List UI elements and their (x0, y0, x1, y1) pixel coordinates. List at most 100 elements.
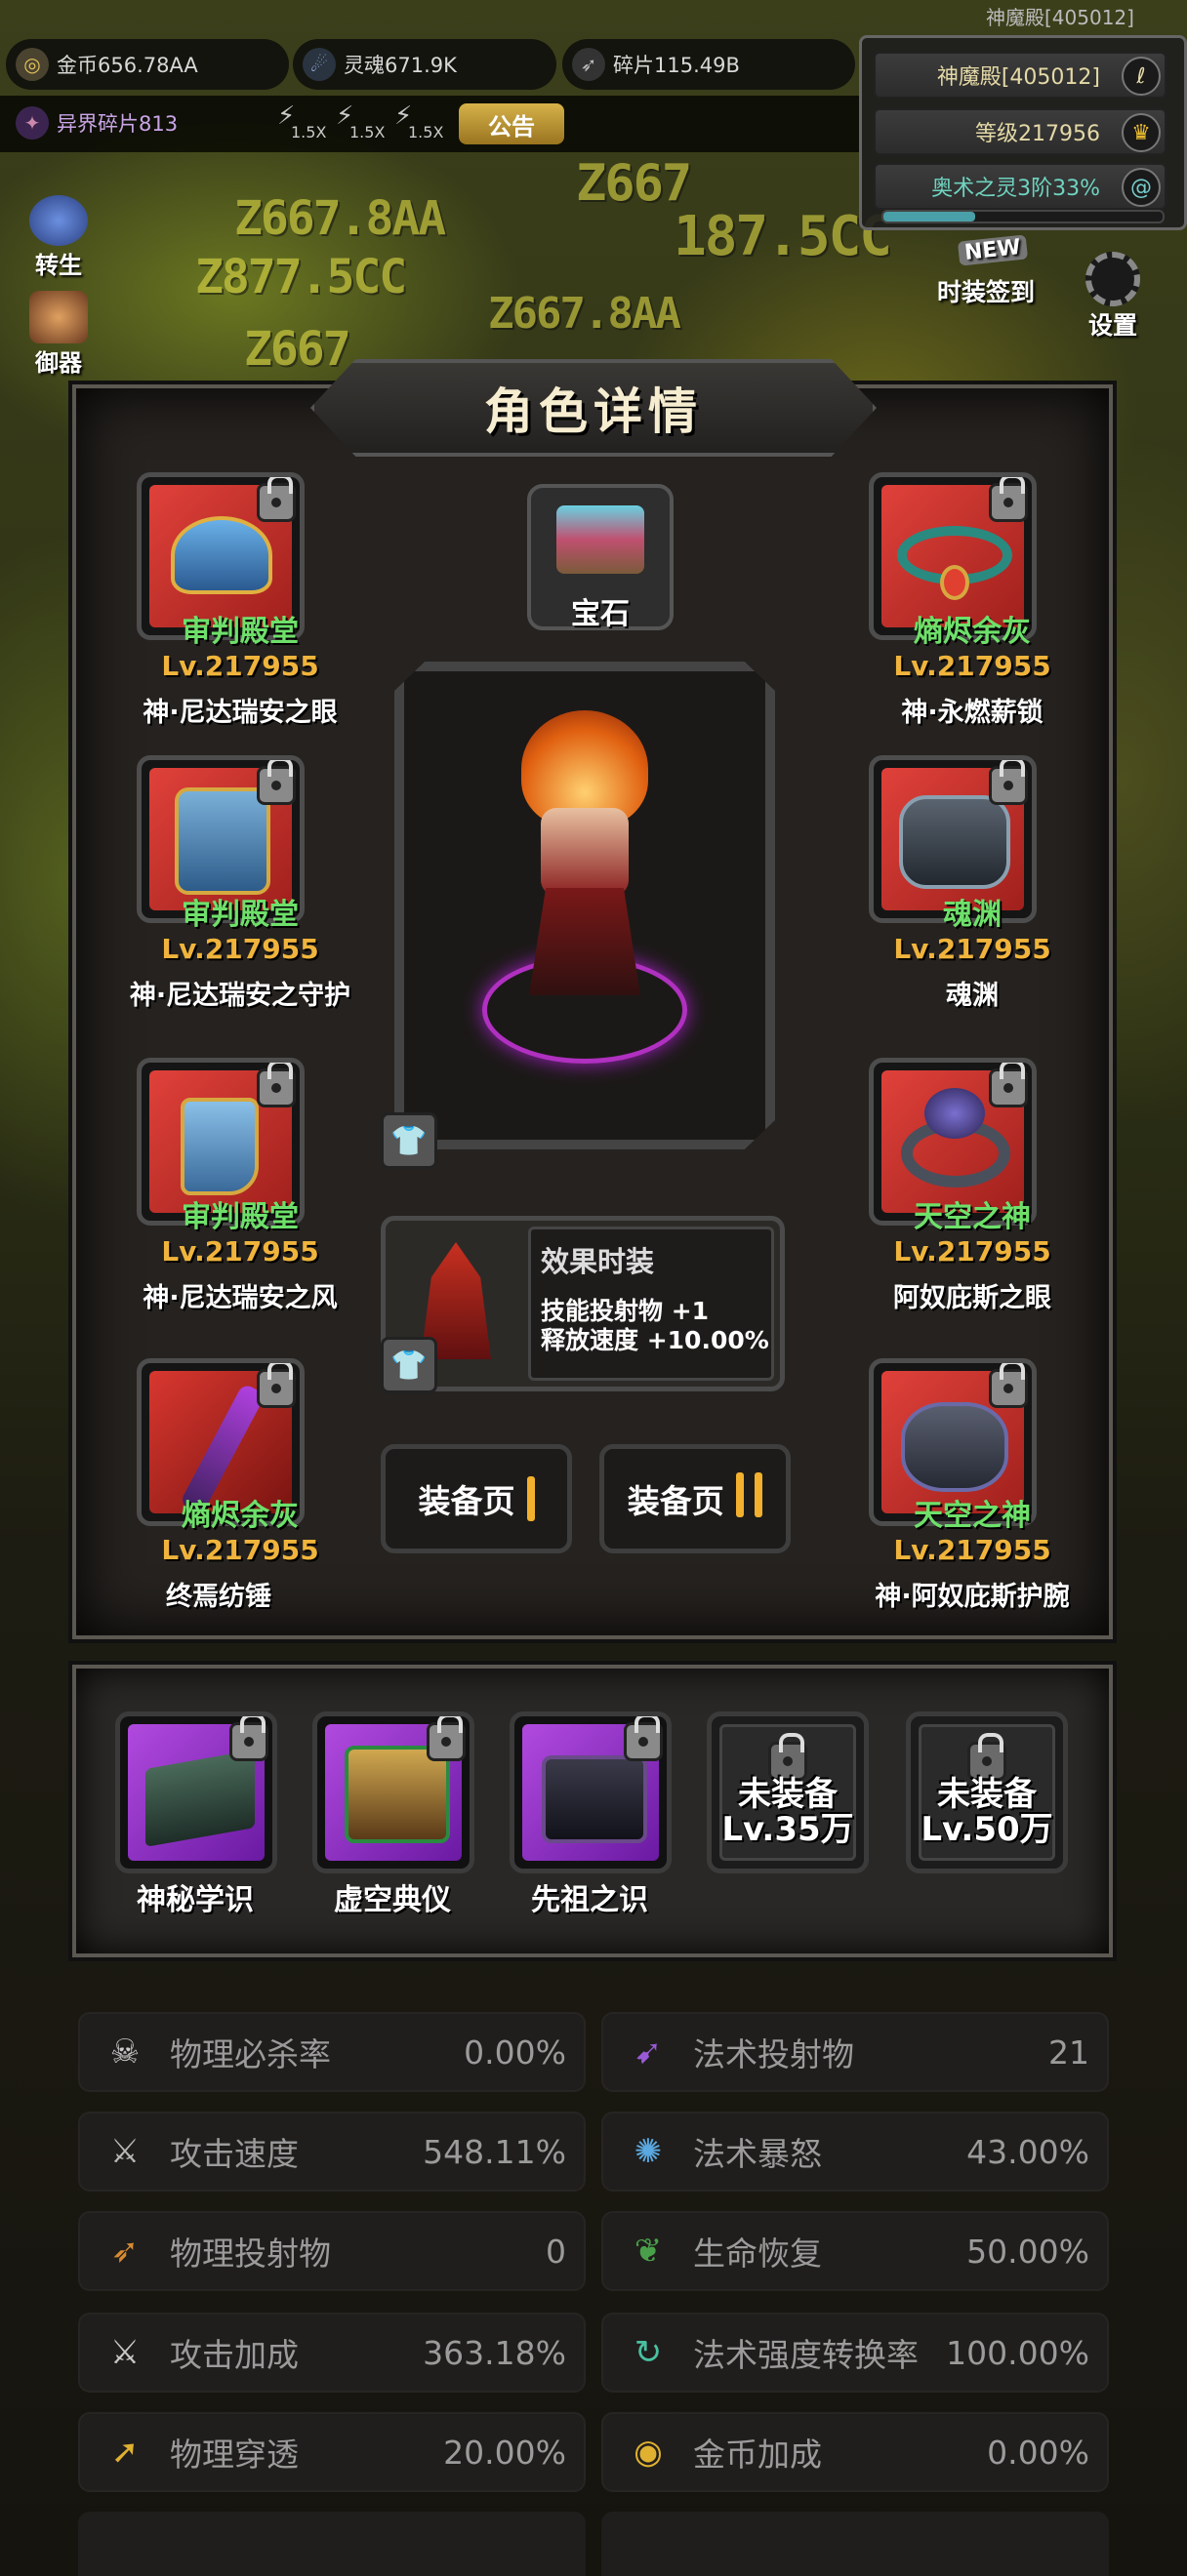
floating-number: Z667.8AA (488, 289, 681, 339)
stat-row: ❦ 生命恢复 50.00% (601, 2211, 1109, 2291)
boots-icon (181, 1098, 259, 1195)
equipment-set-name: 审判殿堂 (182, 1200, 299, 1234)
equipment-name: 神·尼达瑞安之风 (143, 1283, 338, 1313)
gem-chest-icon (556, 505, 644, 574)
skull-icon: ☠ (109, 2033, 141, 2072)
artifact-name: 虚空典仪 (334, 1883, 451, 1917)
lock-icon (257, 760, 296, 805)
hall-line[interactable]: 神魔殿[405012] ℓ (874, 52, 1167, 99)
settings-button[interactable]: 设置 (1085, 252, 1140, 342)
level-label: 等级217956 (975, 122, 1100, 146)
spiral-icon: ↻ (634, 2333, 663, 2372)
equipment-level: Lv.217955 (161, 1235, 319, 1268)
shard-display: ➶ 碎片115.49B (562, 39, 855, 90)
equipment-level: Lv.217955 (893, 1235, 1051, 1268)
artifact-slot-2[interactable] (312, 1711, 474, 1873)
stat-row: ⚔ 攻击速度 548.11% (78, 2112, 586, 2192)
equipment-set-name: 审判殿堂 (182, 898, 299, 932)
gauntlet-icon (899, 795, 1010, 889)
reincarnate-button[interactable]: 转生 (29, 195, 88, 280)
speed-toggle-2[interactable]: ⚡ 1.5X (336, 101, 385, 141)
outfit-checkin-button[interactable]: NEW 时装签到 (937, 234, 1035, 308)
lock-icon (257, 1063, 296, 1107)
weapon-button[interactable]: 御器 (29, 291, 88, 378)
equipment-set-name: 熵烬余灰 (914, 615, 1031, 649)
effect-outfit-title: 效果时装 (541, 1245, 655, 1278)
helmet-icon (171, 516, 272, 594)
stat-row: ⚔ 攻击加成 363.18% (78, 2313, 586, 2393)
equipment-page-1-button[interactable]: 装备页 (381, 1444, 572, 1553)
weapon-icon (29, 291, 88, 343)
soul-amount: 灵魂671.9K (344, 54, 457, 77)
artifact-name: 先祖之识 (531, 1883, 648, 1917)
outfit-shirt-button-2[interactable]: 👕 (381, 1337, 437, 1393)
stat-row: ↻ 法术强度转换率 100.00% (601, 2313, 1109, 2393)
effect-outfit-panel[interactable]: 效果时装 技能投射物 +1 释放速度 +10.00% (381, 1216, 785, 1391)
equipment-level: Lv.217955 (161, 650, 319, 682)
equipment-set-name: 天空之神 (914, 1499, 1031, 1533)
artifact-slot-3[interactable] (510, 1711, 672, 1873)
leaf-icon: ❦ (634, 2232, 663, 2271)
soul-display: ☄ 灵魂671.9K (293, 39, 556, 90)
notice-button[interactable]: 公告 (459, 103, 564, 144)
unequipped-label: 未装备 (937, 1775, 1037, 1814)
effect-outfit-text-box: 效果时装 技能投射物 +1 释放速度 +10.00% (528, 1227, 774, 1381)
lock-icon (989, 477, 1028, 522)
stat-row-partial (78, 2512, 586, 2576)
armor-icon (175, 787, 270, 895)
player-info-panel: 神魔殿[405012] ℓ 等级217956 ♛ 奥术之灵3阶33% @ (859, 35, 1187, 230)
floating-number: 187.5CC (674, 205, 892, 268)
speed-toggle-1[interactable]: ⚡ 1.5X (277, 101, 326, 141)
equipment-name: 魂渊 (946, 981, 999, 1011)
equipment-level: Lv.217955 (161, 933, 319, 965)
equipment-name: 终焉纺锤 (166, 1582, 271, 1612)
coin-icon: ◎ (16, 48, 49, 81)
equipment-set-name: 熵烬余灰 (182, 1499, 299, 1533)
shard-amount: 碎片115.49B (613, 54, 740, 77)
otherworld-shard-icon: ✦ (16, 106, 49, 140)
outfit-shirt-button[interactable]: 👕 (381, 1112, 437, 1169)
arrow-icon: ➶ (110, 2232, 140, 2271)
lock-icon (257, 1363, 296, 1408)
effect-line-2: 释放速度 +10.00% (541, 1326, 769, 1354)
equipment-level: Lv.217955 (893, 933, 1051, 965)
hall-label: 神魔殿[405012] (936, 65, 1100, 90)
coin-icon: ◉ (634, 2433, 663, 2472)
floating-number: Z667 (576, 154, 692, 213)
lock-icon (989, 1063, 1028, 1107)
gold-amount: 金币656.78AA (57, 54, 198, 77)
soul-icon: ☄ (303, 48, 336, 81)
gold-display: ◎ 金币656.78AA (6, 39, 289, 90)
speed-toggle-3[interactable]: ⚡ 1.5X (394, 101, 443, 141)
crossed-swords-icon: ⚔ (109, 2333, 141, 2372)
artifact-slot-1[interactable] (115, 1711, 277, 1873)
equipment-page-2-button[interactable]: 装备页 (599, 1444, 791, 1553)
stat-row: ◉ 金币加成 0.00% (601, 2412, 1109, 2492)
reincarnate-icon (29, 195, 88, 246)
arcane-progress-bar (881, 210, 1165, 223)
equipment-level: Lv.217955 (893, 650, 1051, 682)
equipment-level: Lv.217955 (893, 1534, 1051, 1566)
unequipped-label: 未装备 (738, 1775, 838, 1814)
lock-icon (257, 477, 296, 522)
equipment-name: 神·尼达瑞安之守护 (129, 981, 351, 1011)
dialog-title-plate: 角色详情 (310, 359, 877, 457)
equipment-name: 阿奴庇斯之眼 (893, 1283, 1051, 1313)
character-body (541, 808, 629, 896)
hall-icon: ℓ (1122, 57, 1161, 96)
dialog-title: 角色详情 (484, 383, 703, 440)
crown-icon: ♛ (1122, 113, 1161, 152)
stat-row-partial (601, 2512, 1109, 2576)
stat-row: ☠ 物理必杀率 0.00% (78, 2012, 586, 2092)
floating-number: Z877.5CC (195, 250, 407, 304)
character-robe (529, 888, 640, 995)
bracer-icon (901, 1402, 1008, 1492)
arcane-line: 奥术之灵3阶33% @ (874, 163, 1167, 210)
unlock-level: Lv.35万 (721, 1810, 854, 1849)
arcane-progress-fill (883, 212, 976, 221)
equipment-level: Lv.217955 (161, 1534, 319, 1566)
equipment-set-name: 魂渊 (943, 898, 1002, 932)
stat-row: ✺ 法术暴怒 43.00% (601, 2112, 1109, 2192)
gem-button[interactable]: 宝石 (527, 484, 674, 631)
floating-number: Z667.8AA (234, 191, 446, 246)
